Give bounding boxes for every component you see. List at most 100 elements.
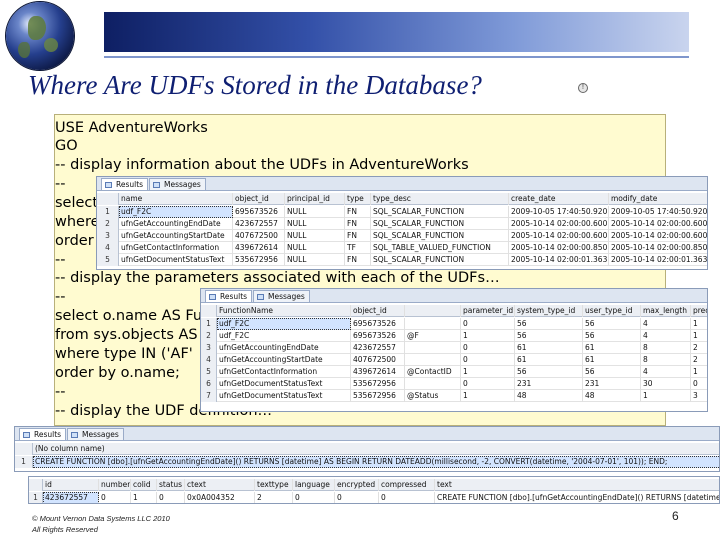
table-cell[interactable]: 0 [461,378,515,390]
table-cell[interactable]: ufnGetDocumentStatusText [217,390,351,402]
table-cell[interactable]: 8 [641,354,691,366]
table-cell[interactable]: 423672557 [43,492,99,503]
tab-messages[interactable]: Messages [149,178,206,190]
table-cell[interactable]: 2009-10-05 17:40:50.920 [609,206,707,218]
table-cell[interactable]: @Status [405,390,461,402]
table-cell[interactable]: TF [345,242,371,254]
column-header[interactable]: object_id [351,305,405,317]
table-cell[interactable]: 231 [583,378,641,390]
table-cell[interactable]: ufnGetAccountingEndDate [119,218,233,230]
table-cell[interactable]: 2005-10-14 02:00:00.600 [509,218,609,230]
column-header[interactable]: type [345,193,371,205]
table-row[interactable]: 2 udf_F2C 695673526 @F 1 56 56 4 1 [201,330,707,342]
table-cell[interactable]: NULL [285,254,345,266]
table-cell[interactable]: 1 [691,318,707,330]
table-cell[interactable]: 2005-10-14 02:00:00.600 [609,218,707,230]
table-cell[interactable]: 407672500 [233,230,285,242]
table-cell[interactable]: 2005-10-14 02:00:00.600 [509,230,609,242]
table-cell[interactable]: 0 [461,342,515,354]
table-row[interactable]: 3 ufnGetAccountingStartDate 407672500 NULL F… [97,230,707,242]
table-cell[interactable]: 231 [515,378,583,390]
column-header[interactable]: ctext [185,479,255,491]
table-cell[interactable]: ufnGetDocumentStatusText [217,378,351,390]
column-header[interactable]: precision [691,305,707,317]
table-cell[interactable]: 0 [379,492,435,503]
table-row[interactable]: 6 ufnGetDocumentStatusText 535672956 0 231 23… [201,378,707,390]
table-cell[interactable]: 0 [157,492,185,503]
column-header[interactable]: type_desc [371,193,509,205]
column-header[interactable]: create_date [509,193,609,205]
column-header[interactable]: compressed [379,479,435,491]
column-header[interactable]: id [43,479,99,491]
table-cell[interactable]: 8 [641,342,691,354]
table-cell[interactable]: 30 [641,378,691,390]
table-cell[interactable]: SQL_TABLE_VALUED_FUNCTION [371,242,509,254]
column-header[interactable]: (No column name) [33,443,719,455]
table-cell[interactable]: 1 [691,366,707,378]
column-header[interactable]: modify_date [609,193,707,205]
column-header[interactable]: principal_id [285,193,345,205]
table-cell[interactable]: udf_F2C [119,206,233,218]
table-cell[interactable]: 0 [293,492,335,503]
table-row[interactable]: 1 udf_F2C 695673526 NULL FN SQL_SCALAR_FUNCTI… [97,206,707,218]
table-row[interactable]: 2 ufnGetAccountingEndDate 423672557 NULL FN S… [97,218,707,230]
table-cell[interactable]: 2 [691,342,707,354]
table-row[interactable]: 1 CREATE FUNCTION [dbo].[ufnGetAccountin… [15,456,719,468]
table-cell[interactable]: 48 [583,390,641,402]
table-cell[interactable]: 56 [515,366,583,378]
table-cell[interactable]: 1 [641,390,691,402]
table-row[interactable]: 4 ufnGetAccountingStartDate 407672500 0 61 61… [201,354,707,366]
definition-cell[interactable]: CREATE FUNCTION [dbo].[ufnGetAccountingE… [33,456,719,468]
table-cell[interactable]: udf_F2C [217,318,351,330]
column-header[interactable]: parameter_id [461,305,515,317]
table-cell[interactable]: 439672614 [351,366,405,378]
table-cell[interactable]: 423672557 [351,342,405,354]
table-cell[interactable]: 56 [515,318,583,330]
table-cell[interactable]: ufnGetContactInformation [217,366,351,378]
table-cell[interactable]: @ContactID [405,366,461,378]
table-cell[interactable] [405,378,461,390]
table-row[interactable]: 4 ufnGetContactInformation 439672614 NULL TF… [97,242,707,254]
table-cell[interactable]: 1 [461,390,515,402]
table-cell[interactable]: 535672956 [351,390,405,402]
table-cell[interactable]: 0 [461,354,515,366]
table-cell[interactable]: 695673526 [233,206,285,218]
table-cell[interactable]: 61 [583,342,641,354]
table-cell[interactable]: 61 [515,354,583,366]
table-cell[interactable] [405,342,461,354]
table-cell[interactable]: udf_F2C [217,330,351,342]
table-cell[interactable]: NULL [285,206,345,218]
table-cell[interactable]: 4 [641,318,691,330]
table-cell[interactable]: 56 [583,330,641,342]
table-cell[interactable] [405,318,461,330]
column-header[interactable]: FunctionName [217,305,351,317]
table-cell[interactable]: 0 [335,492,379,503]
table-cell[interactable]: 2005-10-14 02:00:00.600 [609,230,707,242]
table-cell[interactable]: 0 [691,378,707,390]
table-cell[interactable]: 0 [461,318,515,330]
column-header[interactable]: name [119,193,233,205]
table-cell[interactable]: ufnGetContactInformation [119,242,233,254]
table-cell[interactable]: 407672500 [351,354,405,366]
column-header[interactable]: object_id [233,193,285,205]
table-row[interactable]: 3 ufnGetAccountingEndDate 423672557 0 61 61 8 2 [201,342,707,354]
table-cell[interactable]: 1 [461,330,515,342]
table-cell[interactable]: 0x0A004352 [185,492,255,503]
tab-messages[interactable]: Messages [67,428,124,440]
tab-results[interactable]: Results [19,428,67,440]
table-cell[interactable] [405,354,461,366]
table-cell[interactable]: NULL [285,242,345,254]
table-cell[interactable]: 4 [641,330,691,342]
tab-results[interactable]: Results [101,178,149,190]
column-header[interactable]: system_type_id [515,305,583,317]
table-cell[interactable]: SQL_SCALAR_FUNCTION [371,218,509,230]
table-row[interactable]: 7 ufnGetDocumentStatusText 535672956 @Statu… [201,390,707,402]
table-cell[interactable]: 535672956 [351,378,405,390]
table-cell[interactable]: 0 [99,492,131,503]
table-cell[interactable]: 535672956 [233,254,285,266]
table-cell[interactable]: 423672557 [233,218,285,230]
table-cell[interactable]: 56 [515,330,583,342]
table-cell[interactable]: 439672614 [233,242,285,254]
table-cell[interactable]: @F [405,330,461,342]
column-header[interactable]: status [157,479,185,491]
